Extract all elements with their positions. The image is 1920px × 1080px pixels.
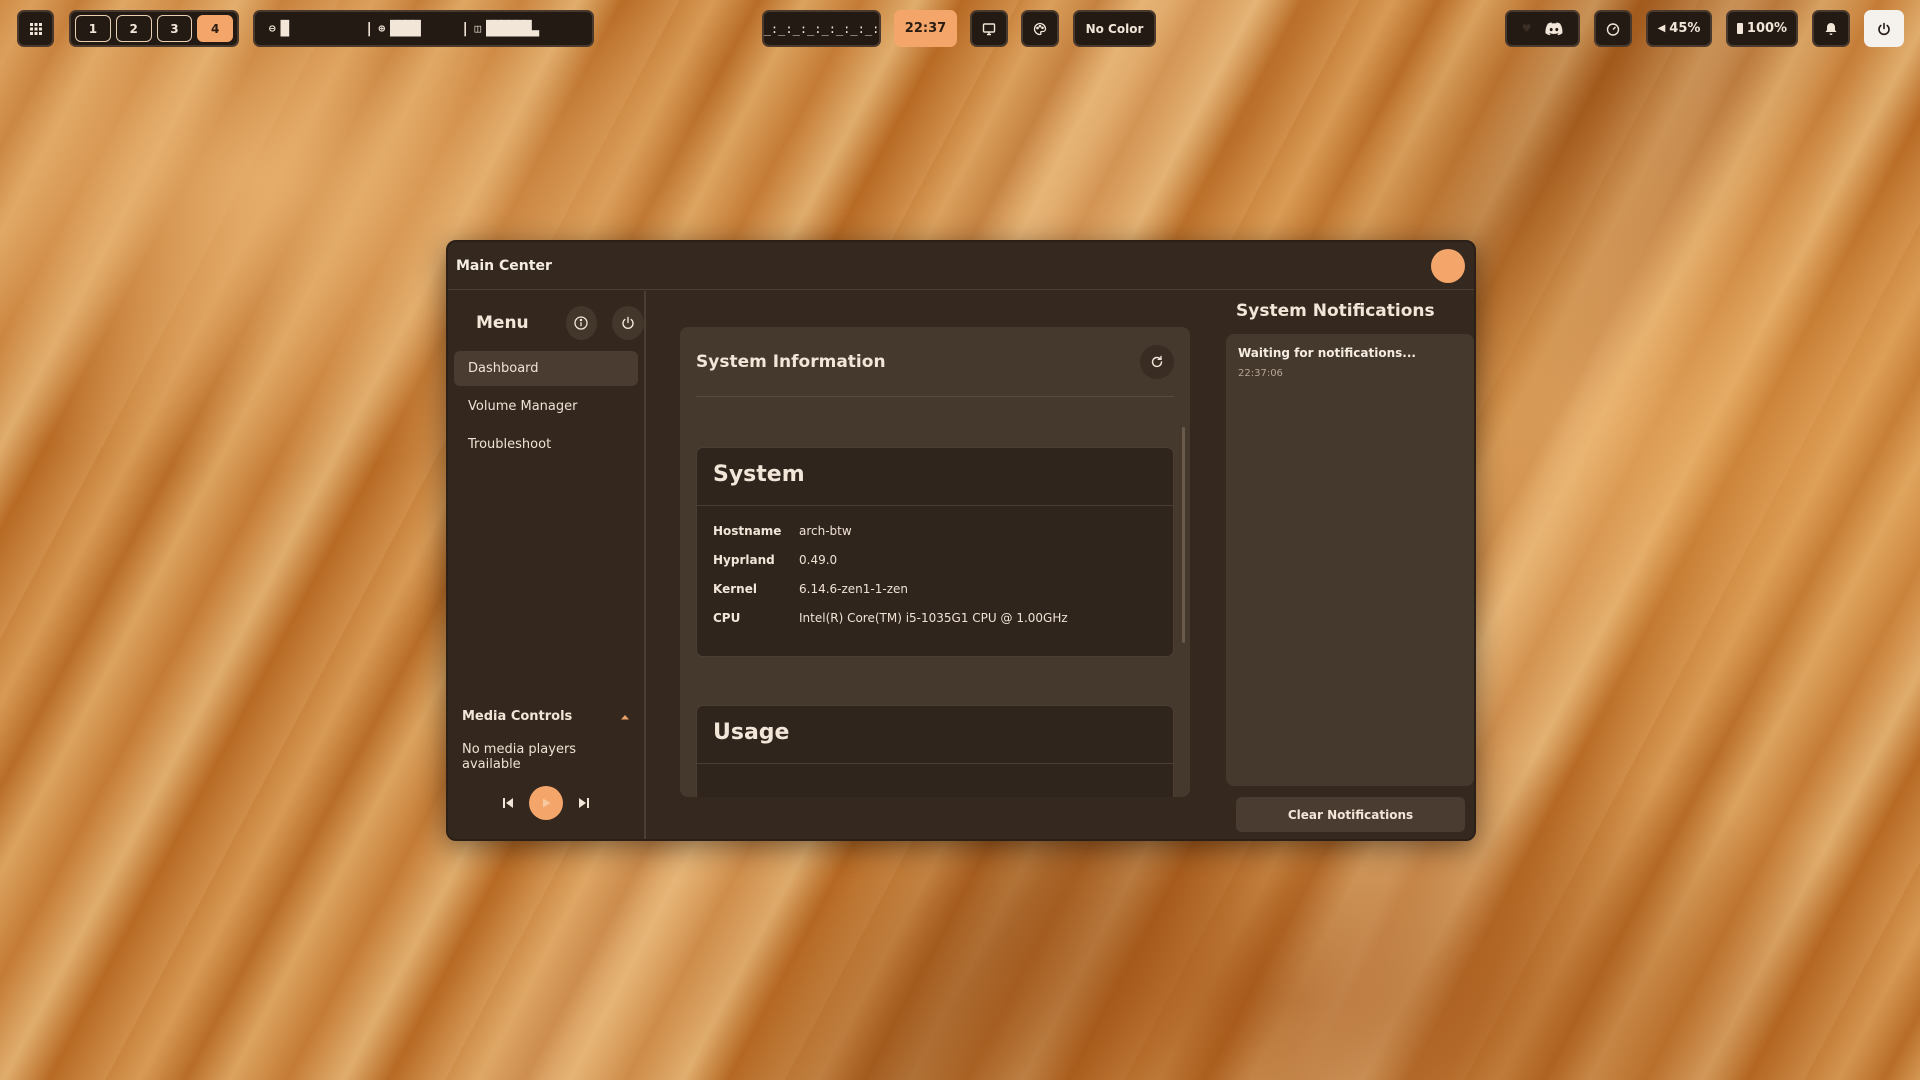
monitor-icon bbox=[982, 22, 996, 35]
previous-track-icon[interactable] bbox=[501, 796, 515, 810]
battery-icon bbox=[1736, 23, 1743, 34]
refresh-button[interactable] bbox=[1140, 344, 1174, 379]
speaker-icon: ◀ bbox=[1657, 23, 1666, 34]
info-key: CPU bbox=[713, 611, 741, 625]
system-section: System Hostname arch-btw Hyprland 0.49.0… bbox=[696, 447, 1174, 657]
volume-level: 45% bbox=[1669, 21, 1701, 36]
info-row-hostname: Hostname arch-btw bbox=[713, 524, 1157, 553]
info-row-cpu: CPU Intel(R) Core(TM) i5-1035G1 CPU @ 1.… bbox=[713, 611, 1157, 640]
power-icon bbox=[1878, 22, 1890, 35]
clear-notifications-button[interactable]: Clear Notifications bbox=[1236, 797, 1465, 832]
color-mode-label: No Color bbox=[1085, 21, 1144, 36]
notifications-list: Waiting for notifications... 22:37:06 bbox=[1226, 334, 1474, 786]
cpu-stat: ⊖ █ bbox=[269, 21, 359, 37]
info-value: 0.49.0 bbox=[799, 553, 838, 567]
workspace-1[interactable]: 1 bbox=[75, 15, 111, 42]
grid-icon bbox=[29, 22, 42, 35]
color-picker-button[interactable] bbox=[1021, 10, 1059, 47]
bell-icon bbox=[1825, 22, 1837, 35]
discord-icon[interactable] bbox=[1545, 21, 1563, 36]
cpu-bars: █ bbox=[280, 20, 290, 37]
battery-widget[interactable]: 100% bbox=[1726, 10, 1798, 47]
window-title: Main Center bbox=[456, 257, 552, 274]
sidebar-item-volume-manager[interactable]: Volume Manager bbox=[454, 389, 638, 424]
play-button[interactable] bbox=[529, 786, 563, 820]
system-information-panel: System Information System Hostname arch-… bbox=[680, 327, 1190, 797]
main-center-window: Main Center Menu Dashboard Volume Manage… bbox=[446, 240, 1476, 841]
stat-divider: | bbox=[461, 20, 470, 37]
notification-message: Waiting for notifications... bbox=[1238, 346, 1416, 360]
media-controls: Media Controls No media players availabl… bbox=[448, 709, 644, 839]
disk-stat: | ◫ ██████▃ bbox=[461, 21, 551, 37]
stat-divider: | bbox=[365, 20, 374, 37]
system-section-title: System bbox=[697, 448, 1173, 506]
tray: ♥ bbox=[1505, 10, 1580, 47]
memory-stat: | ⊕ ████ bbox=[365, 21, 455, 37]
media-controls-title: Media Controls bbox=[462, 709, 573, 724]
workspace-4[interactable]: 4 bbox=[197, 15, 233, 42]
workspace-switcher: 1 2 3 4 bbox=[69, 10, 239, 47]
disk-bars: ██████▃ bbox=[486, 20, 539, 37]
play-icon bbox=[543, 798, 551, 808]
color-mode-button[interactable]: No Color bbox=[1073, 10, 1156, 47]
usage-section-title: Usage bbox=[697, 706, 1173, 764]
window-header: Main Center bbox=[448, 242, 1474, 290]
window-close-button[interactable] bbox=[1431, 248, 1465, 283]
system-stats: ⊖ █ | ⊕ ████ | ◫ ██████▃ bbox=[253, 10, 594, 47]
clock-text: 22:37 bbox=[904, 21, 947, 36]
info-value: 6.14.6-zen1-1-zen bbox=[799, 582, 909, 596]
clock[interactable]: 22:37 bbox=[894, 10, 957, 47]
info-key: Hyprland bbox=[713, 553, 775, 567]
refresh-icon bbox=[1151, 355, 1163, 367]
usage-section: Usage bbox=[696, 705, 1174, 797]
sidebar-power-button[interactable] bbox=[612, 306, 644, 340]
info-button[interactable] bbox=[565, 306, 598, 340]
power-menu-button[interactable] bbox=[1864, 10, 1904, 47]
screenshot-button[interactable] bbox=[970, 10, 1008, 47]
volume-widget[interactable]: ◀ 45% bbox=[1646, 10, 1712, 47]
sidebar-nav: Dashboard Volume Manager Troubleshoot bbox=[448, 351, 644, 462]
menu-title: Menu bbox=[476, 313, 529, 333]
cpu-icon: ⊖ bbox=[269, 22, 276, 35]
info-value: Intel(R) Core(TM) i5-1035G1 CPU @ 1.00GH… bbox=[799, 611, 1068, 625]
gauge-icon bbox=[1606, 22, 1620, 36]
info-key: Hostname bbox=[713, 524, 782, 538]
media-status: No media players available bbox=[462, 742, 577, 772]
scrollbar[interactable] bbox=[1182, 427, 1185, 643]
app-launcher-button[interactable] bbox=[17, 10, 54, 47]
system-information-title: System Information bbox=[696, 351, 886, 372]
disk-icon: ◫ bbox=[474, 22, 482, 35]
sidebar: Menu Dashboard Volume Manager Troublesho… bbox=[448, 291, 646, 839]
battery-level: 100% bbox=[1746, 21, 1788, 36]
info-row-kernel: Kernel 6.14.6-zen1-1-zen bbox=[713, 582, 1157, 611]
memory-bars: ████ bbox=[390, 20, 421, 37]
media-player-widget[interactable]: _:_:_:_:_:_:_:_: bbox=[762, 10, 881, 47]
palette-icon bbox=[1033, 22, 1047, 35]
info-key: Kernel bbox=[713, 582, 757, 596]
power-icon bbox=[622, 316, 634, 330]
info-row-hyprland: Hyprland 0.49.0 bbox=[713, 553, 1157, 582]
workspace-3[interactable]: 3 bbox=[156, 15, 193, 42]
info-value: arch-btw bbox=[799, 524, 852, 538]
notification-item[interactable]: Waiting for notifications... 22:37:06 bbox=[1238, 346, 1462, 379]
workspace-2[interactable]: 2 bbox=[115, 15, 152, 42]
info-icon bbox=[574, 316, 589, 330]
next-track-icon[interactable] bbox=[577, 796, 591, 810]
notification-time: 22:37:06 bbox=[1238, 368, 1283, 379]
performance-button[interactable] bbox=[1594, 10, 1632, 47]
sidebar-item-troubleshoot[interactable]: Troubleshoot bbox=[454, 427, 638, 462]
notifications-title: System Notifications bbox=[1236, 301, 1435, 321]
notifications-button[interactable] bbox=[1812, 10, 1850, 47]
chevron-up-icon[interactable] bbox=[620, 713, 630, 721]
heart-icon[interactable]: ♥ bbox=[1522, 22, 1532, 35]
memory-icon: ⊕ bbox=[378, 22, 386, 35]
player-text: _:_:_:_:_:_:_:_: bbox=[763, 21, 880, 36]
sidebar-item-dashboard[interactable]: Dashboard bbox=[454, 351, 638, 386]
